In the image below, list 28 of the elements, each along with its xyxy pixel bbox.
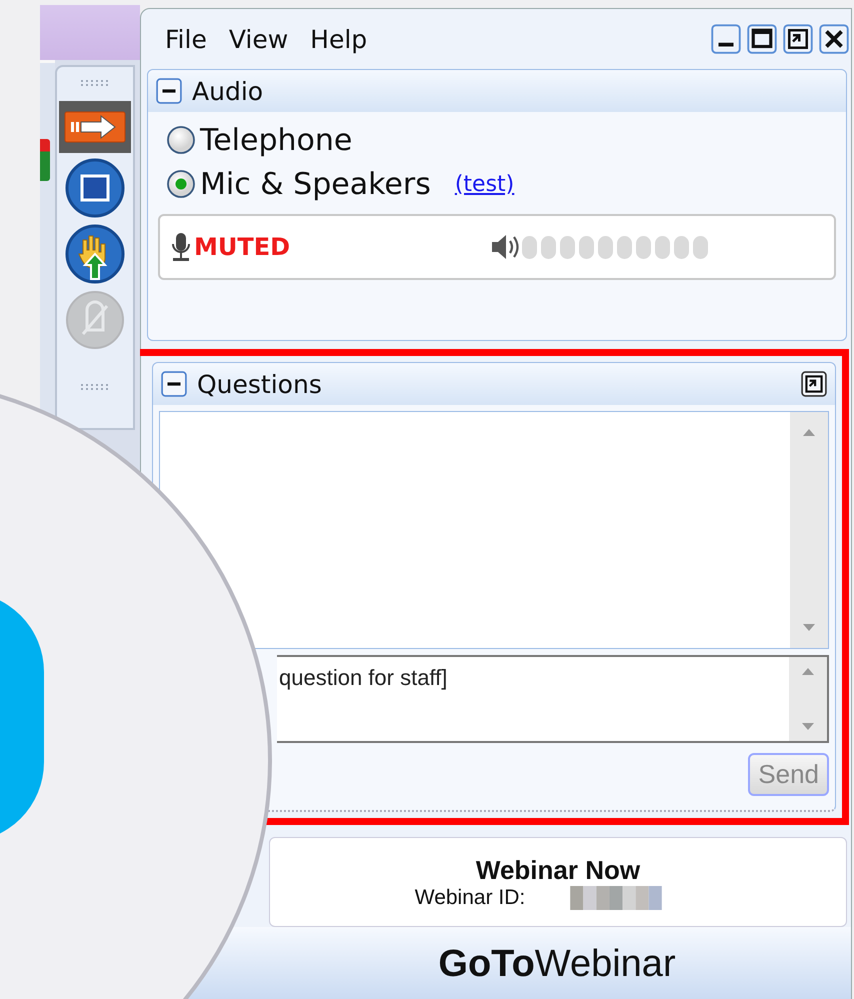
option-label[interactable]: Mic & Speakers — [200, 166, 431, 202]
close-icon[interactable] — [819, 24, 849, 54]
pop-out-icon[interactable] — [801, 371, 827, 397]
question-input[interactable]: question for staff] — [277, 655, 829, 743]
pop-out-icon[interactable] — [783, 24, 813, 54]
hand-raise-icon[interactable] — [65, 224, 125, 284]
menu-item[interactable]: File — [165, 24, 207, 54]
menu-item[interactable]: Help — [310, 24, 368, 54]
radio-button[interactable] — [166, 169, 196, 199]
maximize-icon[interactable] — [747, 24, 777, 54]
panel-title: Audio — [192, 76, 264, 106]
minimize-icon[interactable] — [711, 24, 741, 54]
mute-status: MUTED — [194, 233, 290, 261]
webinar-id-label: Webinar ID: — [414, 886, 526, 910]
menu-item[interactable]: View — [228, 24, 288, 54]
collapse-icon[interactable] — [161, 371, 187, 397]
screen-icon[interactable] — [65, 158, 125, 218]
test-link[interactable]: (test) — [454, 172, 514, 196]
side-tab-icon — [40, 139, 50, 181]
grip-icon[interactable] — [80, 79, 110, 87]
grip-icon[interactable] — [80, 383, 110, 391]
microphone-icon — [170, 232, 192, 262]
collapse-icon[interactable] — [156, 78, 182, 104]
panel-title: Questions — [197, 370, 322, 398]
webinar-title: Webinar Now — [476, 854, 640, 886]
gotowebinar-logo: GoToWebinar — [438, 942, 676, 986]
option-label[interactable]: Telephone — [200, 122, 352, 158]
radio-button[interactable] — [166, 125, 196, 155]
